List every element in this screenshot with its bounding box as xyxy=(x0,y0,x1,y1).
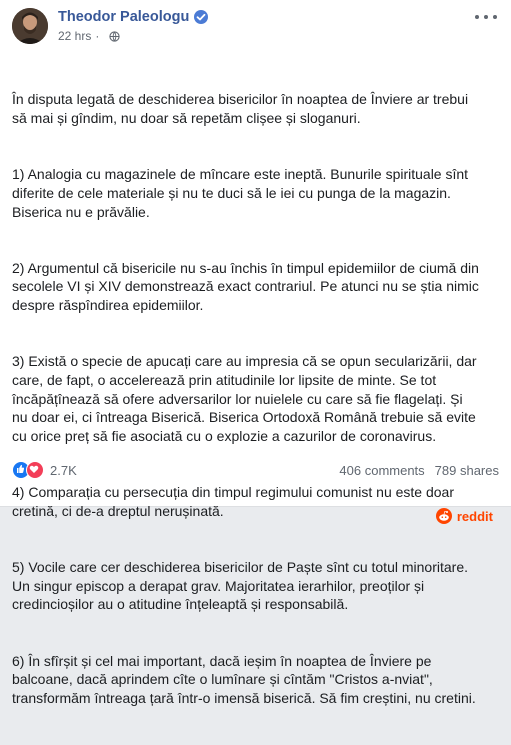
reaction-count[interactable]: 2.7K xyxy=(50,463,77,478)
reddit-snoo-icon xyxy=(435,508,452,524)
avatar[interactable] xyxy=(12,8,48,44)
post-body: În disputa legată de deschiderea biseric… xyxy=(12,53,500,745)
reddit-label: reddit xyxy=(456,508,493,524)
facebook-post: Theodor Paleologu 22 hrs · În disputa le… xyxy=(0,0,511,706)
globe-icon[interactable] xyxy=(109,30,120,42)
post-paragraph: 6) În sfîrșit și cel mai important, dacă… xyxy=(12,652,476,706)
more-options-icon[interactable] xyxy=(475,10,497,24)
love-reaction-icon xyxy=(26,461,44,479)
verified-badge-icon xyxy=(194,10,209,24)
post-paragraph: În disputa legată de deschiderea biseric… xyxy=(12,91,469,127)
post-footer: 2.7K 406 comments 789 shares xyxy=(12,458,499,482)
reddit-watermark: reddit xyxy=(435,507,493,525)
author-name-link[interactable]: Theodor Paleologu xyxy=(58,9,209,25)
post-meta: 22 hrs · xyxy=(58,29,120,43)
post-paragraph: 1) Analogia cu magazinele de mîncare est… xyxy=(12,166,469,220)
post-timestamp[interactable]: 22 hrs xyxy=(58,29,91,43)
reactions-summary[interactable]: 2.7K xyxy=(12,461,77,479)
post-paragraph: 4) Comparația cu persecuția din timpul r… xyxy=(12,484,454,519)
comments-count[interactable]: 406 comments xyxy=(339,463,424,478)
engagement-stats: 406 comments 789 shares xyxy=(339,463,499,478)
post-header: Theodor Paleologu 22 hrs · xyxy=(12,8,499,44)
post-paragraph: 2) Argumentul că bisericile nu s-au înch… xyxy=(12,259,479,314)
post-paragraph: 5) Vocile care cer deschiderea bisericil… xyxy=(12,558,468,613)
author-name[interactable]: Theodor Paleologu xyxy=(58,9,189,25)
post-paragraph: 3) Există o specie de apucați care au im… xyxy=(12,353,477,445)
shares-count[interactable]: 789 shares xyxy=(435,463,499,478)
